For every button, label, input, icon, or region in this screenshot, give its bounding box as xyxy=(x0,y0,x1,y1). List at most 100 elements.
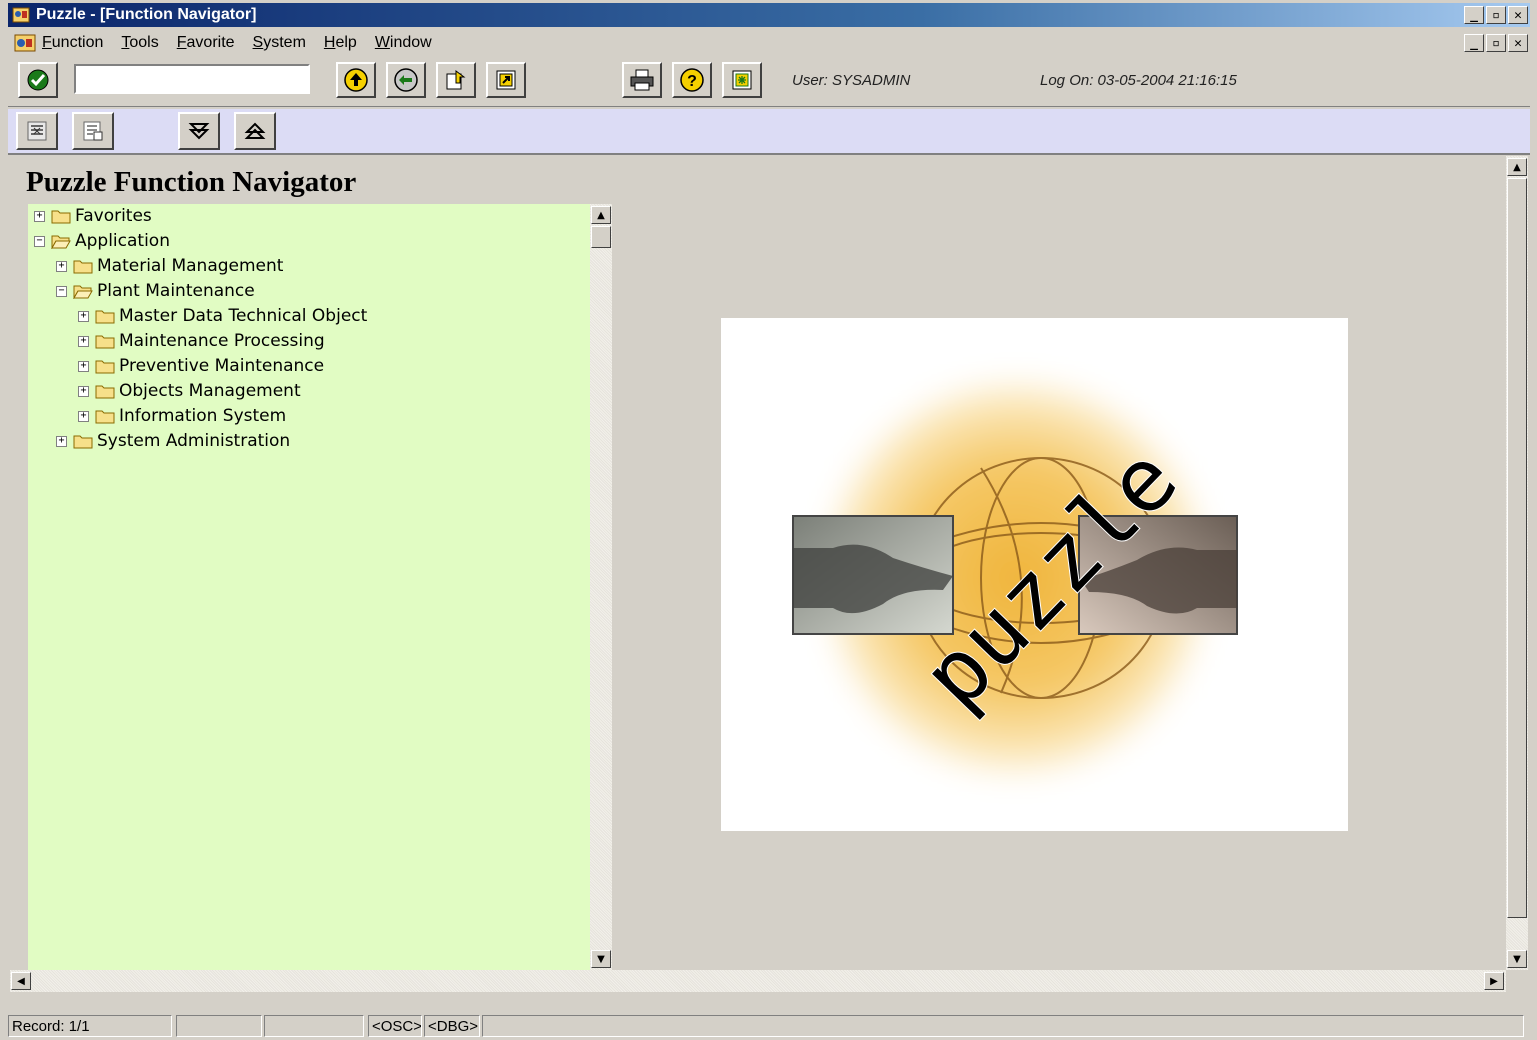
scroll-down-icon[interactable]: ▼ xyxy=(591,950,611,968)
status-record: Record: 1/1 xyxy=(8,1015,172,1037)
tree-node-master-data-technical-object[interactable]: + Master Data Technical Object xyxy=(78,304,367,328)
status-message xyxy=(482,1015,1524,1037)
svg-text:?: ? xyxy=(687,73,697,90)
folder-icon xyxy=(95,360,115,374)
tree-node-material-management[interactable]: + Material Management xyxy=(56,254,283,278)
content-area: Puzzle Function Navigator + Favorites − … xyxy=(10,156,1506,970)
folder-icon xyxy=(95,385,115,399)
scroll-right-icon[interactable]: ▶ xyxy=(1484,972,1504,990)
layout-icon xyxy=(732,70,752,90)
expand-toggle-icon[interactable]: + xyxy=(78,335,89,347)
status-dbg: <DBG> xyxy=(424,1015,480,1037)
back-icon xyxy=(344,68,368,92)
folder-icon xyxy=(95,410,115,424)
folder-icon xyxy=(73,435,93,449)
enter-button[interactable] xyxy=(18,62,58,98)
main-vertical-scrollbar[interactable]: ▲ ▼ xyxy=(1506,156,1528,970)
tree-node-maintenance-processing[interactable]: + Maintenance Processing xyxy=(78,329,325,353)
help-button[interactable]: ? xyxy=(672,62,712,98)
exit-button[interactable] xyxy=(386,62,426,98)
folder-icon xyxy=(73,260,93,274)
window-title: Puzzle - [Function Navigator] xyxy=(36,6,257,23)
menu-window[interactable]: Window xyxy=(375,34,432,52)
mdi-close-button[interactable]: ✕ xyxy=(1508,34,1528,52)
logon-label: Log On: 03-05-2004 21:16:15 xyxy=(1040,72,1237,89)
print-button[interactable] xyxy=(622,62,662,98)
collapse-toggle-icon[interactable]: − xyxy=(56,285,67,297)
tree-node-system-administration[interactable]: + System Administration xyxy=(56,429,290,453)
expand-toggle-icon[interactable]: + xyxy=(78,385,89,397)
tree-node-application[interactable]: − Application xyxy=(34,229,170,253)
status-osc: <OSC> xyxy=(368,1015,422,1037)
main-horizontal-scrollbar[interactable]: ◀ ▶ xyxy=(10,970,1506,992)
expand-toggle-icon[interactable]: + xyxy=(78,410,89,422)
folder-icon xyxy=(95,335,115,349)
export-icon xyxy=(446,70,466,90)
expand-toggle-icon[interactable]: + xyxy=(78,360,89,372)
tree-node-favorites[interactable]: + Favorites xyxy=(34,204,152,228)
back-button[interactable] xyxy=(336,62,376,98)
puzzle-logo-image: puzzle xyxy=(721,318,1348,831)
puzzle-logo-graphic: puzzle xyxy=(792,373,1238,783)
deselect-icon xyxy=(83,121,103,141)
collapse-all-button[interactable] xyxy=(234,112,276,150)
open-folder-icon xyxy=(73,285,93,299)
page-title: Puzzle Function Navigator xyxy=(26,166,357,198)
status-cell-2 xyxy=(176,1015,262,1037)
help-icon: ? xyxy=(680,68,704,92)
menu-tools[interactable]: Tools xyxy=(121,34,158,52)
system-menu-icon[interactable] xyxy=(14,33,36,53)
collapse-icon xyxy=(244,122,266,139)
expand-toggle-icon[interactable]: + xyxy=(78,310,89,322)
expand-all-button[interactable] xyxy=(178,112,220,150)
user-label: User: SYSADMIN xyxy=(792,72,911,89)
scroll-up-icon[interactable]: ▲ xyxy=(1507,158,1527,176)
status-cell-3 xyxy=(264,1015,364,1037)
open-folder-icon xyxy=(51,235,71,249)
status-bar: Record: 1/1 <OSC> <DBG> xyxy=(8,1015,1524,1037)
close-button[interactable]: ✕ xyxy=(1508,6,1528,24)
scroll-down-icon[interactable]: ▼ xyxy=(1507,950,1527,968)
layout-button[interactable] xyxy=(722,62,762,98)
tree-node-plant-maintenance[interactable]: − Plant Maintenance xyxy=(56,279,255,303)
menu-favorite[interactable]: Favorite xyxy=(177,34,235,52)
main-scroll-thumb[interactable] xyxy=(1507,178,1527,918)
tree-node-preventive-maintenance[interactable]: + Preventive Maintenance xyxy=(78,354,324,378)
menu-system[interactable]: System xyxy=(253,34,306,52)
restore-button[interactable]: ▫ xyxy=(1486,6,1506,24)
menu-help[interactable]: Help xyxy=(324,34,357,52)
select-all-icon xyxy=(27,121,47,141)
select-all-button[interactable] xyxy=(16,112,58,150)
expand-icon xyxy=(188,123,210,140)
deselect-button[interactable] xyxy=(72,112,114,150)
expand-toggle-icon[interactable]: + xyxy=(34,210,45,222)
tree-node-information-system[interactable]: + Information System xyxy=(78,404,286,428)
folder-icon xyxy=(95,310,115,324)
menu-bar: Function Tools Favorite System Help Wind… xyxy=(8,30,1530,56)
app-icon xyxy=(12,7,30,23)
print-icon xyxy=(630,69,654,91)
check-icon xyxy=(27,69,49,91)
tree-node-objects-management[interactable]: + Objects Management xyxy=(78,379,301,403)
title-bar[interactable]: Puzzle - [Function Navigator] _ ▫ ✕ xyxy=(8,3,1530,27)
folder-icon xyxy=(51,210,71,224)
scroll-up-icon[interactable]: ▲ xyxy=(591,206,611,224)
standard-toolbar: ? User: SYSADMIN Log On: 03-05-2004 21:1… xyxy=(8,58,1530,107)
export-button[interactable] xyxy=(436,62,476,98)
exit-icon xyxy=(394,68,418,92)
shortcut-button[interactable] xyxy=(486,62,526,98)
function-tree[interactable]: + Favorites − Application + Material Man… xyxy=(28,204,590,970)
mdi-restore-button[interactable]: ▫ xyxy=(1486,34,1506,52)
tree-scrollbar[interactable]: ▲ ▼ xyxy=(590,204,612,970)
expand-toggle-icon[interactable]: + xyxy=(56,435,67,447)
shortcut-icon xyxy=(496,70,516,90)
expand-toggle-icon[interactable]: + xyxy=(56,260,67,272)
menu-function[interactable]: Function xyxy=(42,34,103,52)
scroll-left-icon[interactable]: ◀ xyxy=(11,972,31,990)
tree-scroll-thumb[interactable] xyxy=(591,226,611,248)
mdi-minimize-button[interactable]: _ xyxy=(1464,34,1484,52)
collapse-toggle-icon[interactable]: − xyxy=(34,235,45,247)
application-toolbar xyxy=(8,109,1530,155)
command-field[interactable] xyxy=(74,64,310,94)
minimize-button[interactable]: _ xyxy=(1464,6,1484,24)
